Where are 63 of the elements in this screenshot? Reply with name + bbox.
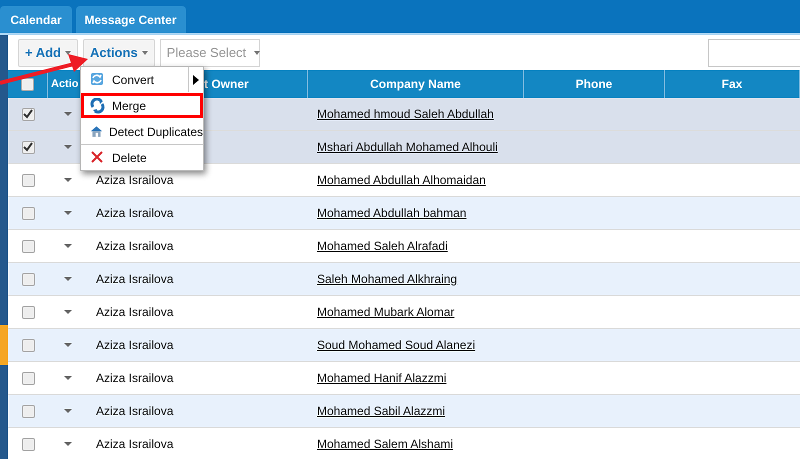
table-row[interactable]: Aziza Israilova Saleh Mohamed Alkhraing: [8, 263, 800, 296]
checkbox[interactable]: [21, 78, 34, 90]
owner-cell-text: Aziza Israilova: [95, 371, 174, 385]
owner-cell-text: Aziza Israilova: [95, 239, 174, 253]
menu-label: Merge: [112, 98, 146, 112]
company-link[interactable]: Mohamed Mubark Alomar: [308, 305, 454, 319]
search-field[interactable]: [708, 38, 800, 66]
owner-cell-text: Aziza Israilova: [95, 173, 174, 187]
collapse-handle[interactable]: [0, 325, 8, 365]
owner-cell-text: Aziza Israilova: [95, 338, 174, 352]
table-row[interactable]: Aziza Israilova Mohamed Abdullah bahman: [8, 197, 800, 230]
caret-icon[interactable]: [64, 442, 72, 446]
owner-cell-text: Aziza Israilova: [95, 206, 174, 220]
checkbox[interactable]: [22, 272, 34, 286]
actions-button[interactable]: Actions: [83, 38, 155, 66]
tab[interactable]: Message Center: [76, 6, 186, 33]
add-button[interactable]: + Add: [18, 38, 78, 66]
tab[interactable]: Calendar: [0, 6, 72, 33]
checkbox[interactable]: [22, 338, 34, 352]
caret-icon[interactable]: [64, 376, 72, 380]
company-link[interactable]: Mohamed hmoud Saleh Abdullah: [308, 107, 494, 121]
caret-icon[interactable]: [64, 244, 72, 248]
circular-arrows-icon: [90, 98, 106, 114]
menu-label: Delete: [112, 150, 147, 164]
company-link[interactable]: Mohamed Sabil Alazzmi: [308, 404, 446, 418]
caret-icon[interactable]: [64, 277, 72, 281]
checkbox[interactable]: [22, 140, 34, 154]
checkbox[interactable]: [22, 108, 34, 120]
checkbox[interactable]: [22, 206, 34, 220]
house-icon: [90, 124, 103, 140]
owner-cell-text: Aziza Israilova: [95, 272, 174, 286]
company-link[interactable]: Mohamed Saleh Alrafadi: [308, 239, 448, 253]
checkbox[interactable]: [22, 306, 34, 318]
checkbox[interactable]: [22, 174, 34, 186]
company-link[interactable]: Soud Mohamed Soud Alanezi: [308, 338, 476, 352]
table-row[interactable]: Aziza Israilova Mohamed Sabil Alazzmi: [8, 395, 800, 428]
menu-item[interactable]: Merge: [81, 93, 203, 118]
owner-cell-text: Aziza Israilova: [95, 404, 174, 418]
caret-icon[interactable]: [64, 343, 72, 347]
company-link[interactable]: Mohamed Abdullah bahman: [308, 206, 466, 220]
checkbox[interactable]: [22, 240, 34, 252]
caret-icon: [142, 50, 148, 54]
menu-label: Convert: [112, 72, 154, 86]
caret-icon[interactable]: [64, 178, 72, 182]
refresh-icon: [90, 72, 106, 88]
caret-icon[interactable]: [64, 409, 72, 413]
caret-icon[interactable]: [64, 310, 72, 314]
company-link[interactable]: Saleh Mohamed Alkhraing: [308, 272, 458, 286]
table-row[interactable]: Aziza Israilova Soud Mohamed Soud Alanezi: [8, 329, 800, 362]
checkbox[interactable]: [22, 404, 34, 418]
company-link[interactable]: Mohamed Hanif Alazzmi: [308, 371, 446, 385]
checkbox[interactable]: [22, 438, 34, 450]
company-link[interactable]: Mohamed Salem Alshami: [308, 437, 454, 451]
caret-icon[interactable]: [64, 211, 72, 215]
company-link[interactable]: Mohamed Abdullah Alhomaidan: [308, 173, 486, 187]
checkbox[interactable]: [22, 372, 34, 384]
caret-icon[interactable]: [64, 112, 72, 116]
caret-icon: [254, 50, 260, 54]
company-link[interactable]: Mshari Abdullah Mohamed Alhouli: [308, 140, 498, 154]
caret-icon[interactable]: [64, 145, 72, 149]
owner-cell-text: Aziza Israilova: [95, 437, 174, 451]
owner-cell-text: Aziza Israilova: [95, 305, 174, 319]
table-row[interactable]: Aziza Israilova Mohamed Salem Alshami: [8, 428, 800, 459]
